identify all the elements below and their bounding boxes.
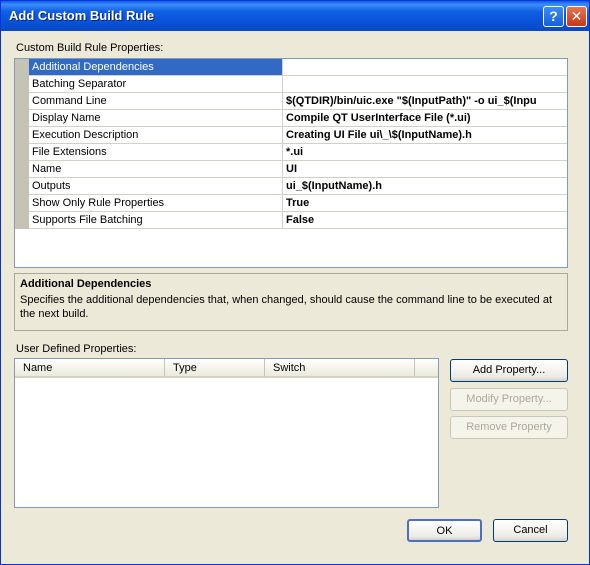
property-value[interactable]: False bbox=[283, 212, 567, 229]
description-title: Additional Dependencies bbox=[20, 278, 152, 290]
property-grid[interactable]: Additional Dependencies Batching Separato… bbox=[14, 58, 568, 268]
window-title: Add Custom Build Rule bbox=[9, 8, 155, 23]
property-value[interactable]: ui_$(InputName).h bbox=[283, 178, 567, 195]
property-row[interactable]: Command Line $(QTDIR)/bin/uic.exe "$(Inpu… bbox=[29, 93, 567, 110]
user-props-label: User Defined Properties: bbox=[16, 343, 137, 355]
property-name: Additional Dependencies bbox=[29, 59, 283, 76]
description-text: Specifies the additional dependencies th… bbox=[20, 294, 553, 320]
title-bar[interactable]: Add Custom Build Rule ? ✕ bbox=[1, 1, 589, 31]
modify-property-button[interactable]: Modify Property... bbox=[450, 388, 568, 411]
cancel-button[interactable]: Cancel bbox=[493, 519, 568, 542]
property-name: Name bbox=[29, 161, 283, 178]
add-property-button[interactable]: Add Property... bbox=[450, 359, 568, 382]
description-panel: Additional Dependencies Specifies the ad… bbox=[14, 273, 568, 331]
property-name: Outputs bbox=[29, 178, 283, 195]
property-name: File Extensions bbox=[29, 144, 283, 161]
dialog-window: Add Custom Build Rule ? ✕ Custom Build R… bbox=[0, 0, 590, 565]
property-row[interactable]: Show Only Rule Properties True bbox=[29, 195, 567, 212]
column-header-name[interactable]: Name bbox=[15, 359, 165, 378]
property-name: Execution Description bbox=[29, 127, 283, 144]
property-row[interactable]: Execution Description Creating UI File ui… bbox=[29, 127, 567, 144]
property-row[interactable]: File Extensions *.ui bbox=[29, 144, 567, 161]
property-value[interactable]: True bbox=[283, 195, 567, 212]
column-header-switch[interactable]: Switch bbox=[265, 359, 415, 378]
property-value[interactable] bbox=[283, 59, 567, 76]
property-value[interactable]: $(QTDIR)/bin/uic.exe "$(InputPath)" -o u… bbox=[283, 93, 567, 110]
property-name: Display Name bbox=[29, 110, 283, 127]
help-icon[interactable]: ? bbox=[543, 6, 564, 27]
property-value[interactable] bbox=[283, 76, 567, 93]
property-value[interactable]: UI bbox=[283, 161, 567, 178]
property-value[interactable]: Compile QT UserInterface File (*.ui) bbox=[283, 110, 567, 127]
property-row[interactable]: Batching Separator bbox=[29, 76, 567, 93]
property-value[interactable]: Creating UI File ui\_\$(InputName).h bbox=[283, 127, 567, 144]
properties-label: Custom Build Rule Properties: bbox=[16, 42, 164, 54]
column-header-type[interactable]: Type bbox=[165, 359, 265, 378]
property-row[interactable]: Display Name Compile QT UserInterface Fil… bbox=[29, 110, 567, 127]
column-header-filler bbox=[415, 359, 438, 378]
remove-property-button[interactable]: Remove Property bbox=[450, 416, 568, 439]
property-name: Supports File Batching bbox=[29, 212, 283, 229]
ok-button[interactable]: OK bbox=[407, 519, 482, 542]
property-name: Show Only Rule Properties bbox=[29, 195, 283, 212]
property-name: Batching Separator bbox=[29, 76, 283, 93]
property-row[interactable]: Additional Dependencies bbox=[29, 59, 567, 76]
grid-gutter bbox=[15, 59, 29, 229]
property-row[interactable]: Name UI bbox=[29, 161, 567, 178]
close-icon[interactable]: ✕ bbox=[566, 6, 587, 27]
user-properties-list[interactable]: Name Type Switch bbox=[14, 358, 439, 508]
property-row[interactable]: Outputs ui_$(InputName).h bbox=[29, 178, 567, 195]
property-row[interactable]: Supports File Batching False bbox=[29, 212, 567, 229]
property-value[interactable]: *.ui bbox=[283, 144, 567, 161]
property-name: Command Line bbox=[29, 93, 283, 110]
